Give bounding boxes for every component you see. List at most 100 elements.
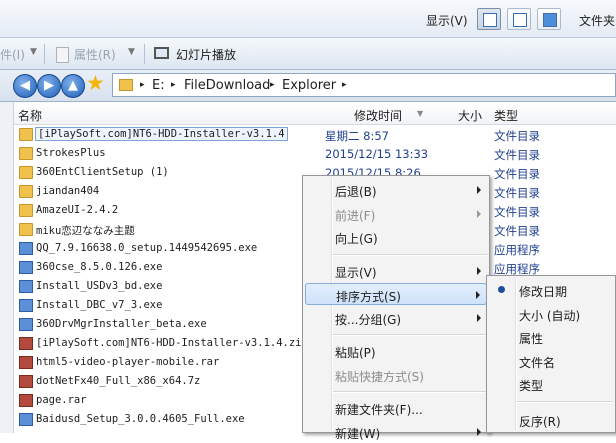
file-row[interactable]: [iPlaySoft.com]NT6-HDD-Installer-v3.1.4 星… [14, 126, 616, 145]
context-menu-item[interactable]: 显示(V) [305, 260, 487, 282]
folders-label[interactable]: 文件夹 [579, 12, 615, 29]
menu-item-label: 后退(B) [335, 185, 377, 199]
sort-option-label: 反序(R) [519, 414, 561, 429]
slideshow-icon [154, 47, 169, 59]
file-modified: 星期二 8:57 [325, 129, 389, 143]
column-type[interactable]: 类型 [494, 107, 518, 124]
forward-button[interactable]: ▶ [37, 74, 61, 98]
file-name: miku恋辺ななみ主题 [36, 225, 135, 237]
archive-icon [19, 375, 33, 388]
sort-option-label: 属性 [519, 332, 544, 346]
file-type: 文件目录 [494, 205, 540, 219]
back-button[interactable]: ◀ [13, 74, 37, 98]
breadcrumb-separator[interactable]: ▸ [270, 80, 275, 90]
context-menu-item[interactable]: 新建(W) [305, 421, 487, 443]
menu-item-label: 排序方式(S) [336, 290, 401, 304]
address-path[interactable]: ▸ E: ▸ FileDownload ▸ Explorer ▸ [112, 73, 616, 97]
chevron-down-icon[interactable]: ▼ [128, 47, 135, 57]
context-menu-item: 前进(F) [305, 203, 487, 225]
folder-icon [19, 204, 33, 217]
breadcrumb-drive[interactable]: E: [152, 78, 165, 93]
menu-separator [517, 400, 613, 403]
favorite-star-icon[interactable]: ★ [86, 71, 105, 95]
breadcrumb-explorer[interactable]: Explorer [282, 78, 336, 93]
file-type: 应用程序 [494, 243, 540, 257]
menu-item-label: 新建文件夹(F)... [335, 403, 423, 417]
folder-icon [19, 166, 33, 179]
submenu-arrow-icon [477, 209, 481, 218]
sort-option-label: 文件名 [519, 355, 556, 370]
sort-arrow-icon: ▼ [417, 109, 424, 118]
file-name: Baidusd_Setup_3.0.0.4605_Full.exe [36, 413, 245, 425]
submenu-arrow-icon [477, 427, 481, 436]
context-menu-item[interactable]: 后退(B) [305, 179, 487, 201]
sort-option-label: 类型 [519, 379, 544, 393]
file-modified: 2015/12/15 13:33 [325, 147, 429, 161]
column-modified[interactable]: 修改时间 [354, 107, 402, 124]
sort-option[interactable]: 修改日期 [489, 279, 613, 301]
folder-icon [19, 147, 33, 160]
submenu-arrow-icon [477, 266, 481, 275]
toolbar-divider [144, 44, 145, 64]
context-menu-item: 粘贴快捷方式(S) [305, 364, 487, 386]
toolbar-hidden-item[interactable]: 件(I) [0, 46, 25, 63]
context-menu-item[interactable]: 向上(G) [305, 226, 487, 248]
application-icon [19, 413, 33, 426]
file-name: StrokesPlus [36, 147, 106, 159]
submenu-arrow-icon [477, 313, 481, 322]
file-name: Install_USDv3_bd.exe [36, 280, 163, 292]
file-name: QQ_7.9.16638.0_setup.1449542695.exe [36, 242, 258, 254]
navigation-pane-edge[interactable] [0, 102, 14, 433]
sort-option[interactable]: 类型 [489, 373, 613, 395]
file-name: Install_DBC_v7_3.exe [36, 299, 163, 311]
list-view-icon [513, 13, 527, 27]
slideshow-button[interactable]: 幻灯片播放 [176, 46, 236, 63]
breadcrumb-filedownload[interactable]: FileDownload [184, 78, 270, 93]
context-menu-item[interactable]: 粘贴(P) [305, 340, 487, 362]
list-view-button[interactable] [507, 8, 531, 30]
sort-option[interactable]: 大小 (自动) [489, 303, 613, 325]
file-name: html5-video-player-mobile.rar [36, 356, 220, 368]
arrow-up-icon: ▲ [68, 78, 78, 93]
column-size[interactable]: 大小 [458, 107, 482, 124]
arrow-left-icon: ◀ [20, 78, 30, 93]
arrow-right-icon: ▶ [44, 78, 54, 93]
sort-option[interactable]: 文件名 [489, 350, 613, 372]
menu-item-label: 新建(W) [335, 426, 381, 441]
breadcrumb-separator[interactable]: ▸ [140, 80, 145, 90]
sort-option-label: 大小 (自动) [519, 308, 581, 323]
column-name[interactable]: 名称 [18, 107, 42, 124]
file-name: AmazeUI-2.4.2 [36, 204, 119, 216]
folder-icon [119, 79, 133, 91]
file-type: 文件目录 [494, 148, 540, 162]
breadcrumb-separator[interactable]: ▸ [171, 80, 176, 90]
details-view-icon [483, 13, 497, 27]
up-button[interactable]: ▲ [61, 74, 85, 98]
application-icon [19, 261, 33, 274]
display-menu-label[interactable]: 显示(V) [426, 12, 468, 29]
menu-separator [333, 334, 487, 336]
submenu-arrow-icon [476, 291, 480, 299]
file-name: jiandan404 [36, 185, 100, 197]
sort-submenu: 修改日期大小 (自动) 属性文件名类型反序(R) [486, 275, 616, 433]
file-type: 文件目录 [494, 167, 540, 181]
file-name: 360EntClientSetup (1) [36, 166, 169, 178]
toolbar-divider [44, 44, 45, 64]
sort-option[interactable]: 属性 [489, 326, 613, 348]
context-menu-item[interactable]: 排序方式(S) [305, 283, 487, 305]
file-row[interactable]: StrokesPlus 2015/12/15 13:33 文件目录 [14, 145, 616, 164]
thumbnail-view-button[interactable] [537, 8, 561, 30]
breadcrumb-separator[interactable]: ▸ [342, 80, 347, 90]
details-view-button[interactable] [477, 8, 501, 30]
menu-item-label: 显示(V) [335, 265, 377, 280]
application-icon [19, 299, 33, 312]
folder-icon [19, 128, 33, 141]
properties-button[interactable]: 属性(R) [74, 46, 116, 63]
menu-item-label: 前进(F) [335, 208, 376, 223]
context-menu-item[interactable]: 按...分组(G) [305, 307, 487, 329]
file-name: dotNetFx40_Full_x86_x64.7z [36, 375, 201, 387]
file-type: 文件目录 [494, 186, 540, 200]
chevron-down-icon[interactable]: ▼ [30, 47, 37, 57]
context-menu-item[interactable]: 新建文件夹(F)... [305, 397, 487, 419]
sort-option[interactable]: 反序(R) [489, 409, 613, 431]
